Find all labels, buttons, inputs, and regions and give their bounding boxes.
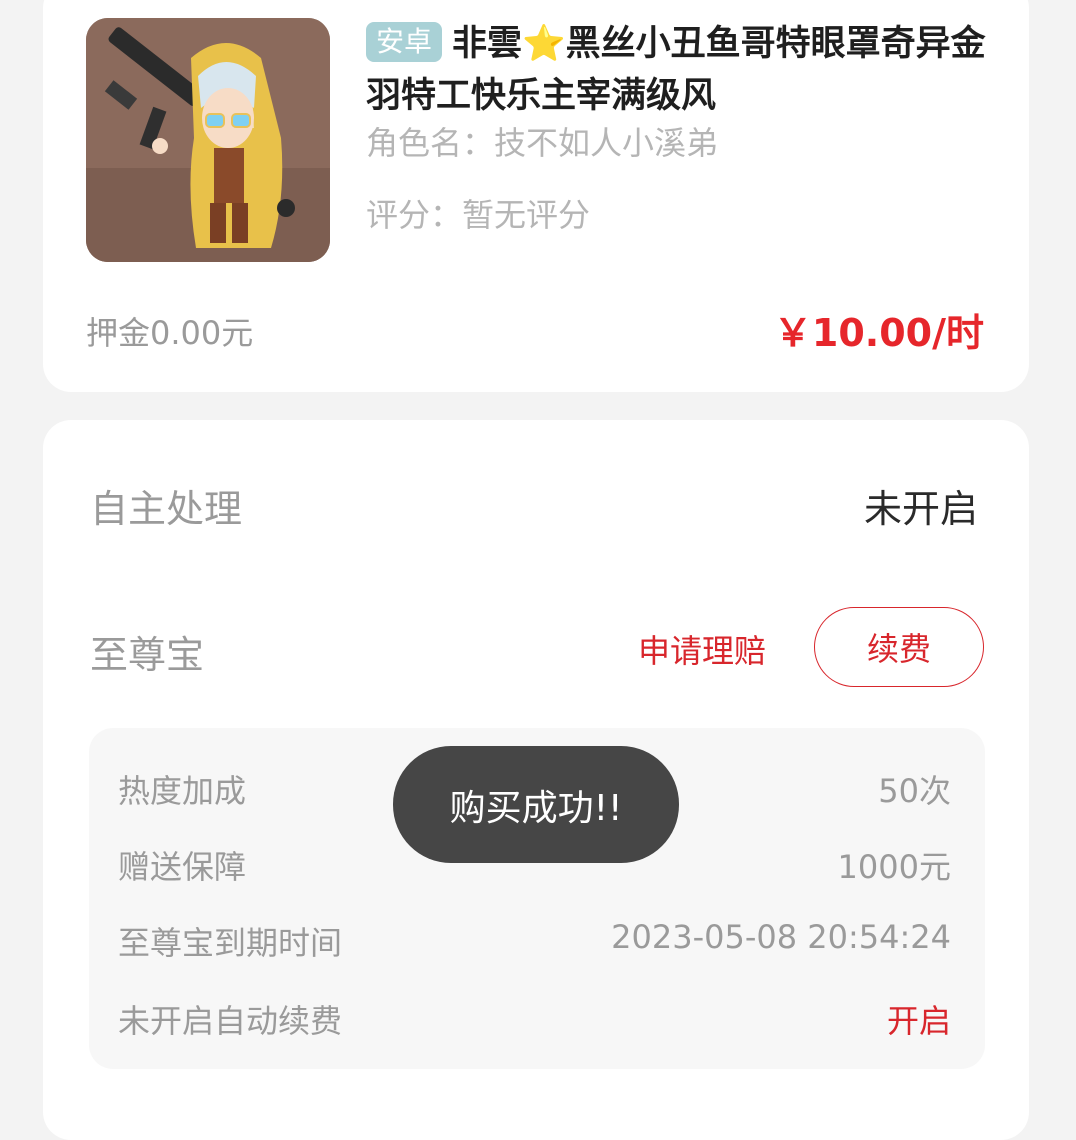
hourly-price: ￥10.00/时 — [773, 311, 984, 355]
platform-tag: 安卓 — [366, 22, 443, 62]
self-handle-label: 自主处理 — [90, 487, 243, 531]
detail-value: 1000元 — [837, 848, 951, 886]
enable-auto-renew-link[interactable]: 开启 — [887, 996, 951, 1042]
renew-button[interactable]: 续费 — [814, 607, 984, 687]
apply-claim-link[interactable]: 申请理赔 — [638, 626, 766, 672]
rating: 评分：暂无评分 — [366, 196, 591, 234]
detail-label: 赠送保障 — [118, 848, 247, 886]
detail-label: 至尊宝到期时间 — [118, 924, 343, 962]
vip-label: 至尊宝 — [90, 633, 205, 677]
auto-renew-label: 未开启自动续费 — [118, 1002, 343, 1040]
game-character-thumbnail[interactable] — [86, 18, 330, 262]
listing-title: 安卓 非雲⭐黑丝小丑鱼哥特眼罩奇异金羽特工快乐主宰满级风 — [366, 18, 986, 122]
deposit: 押金0.00元 — [86, 314, 254, 352]
listing-title-text: 非雲⭐黑丝小丑鱼哥特眼罩奇异金羽特工快乐主宰满级风 — [366, 24, 986, 116]
role-name: 角色名：技不如人小溪弟 — [366, 124, 719, 162]
success-toast: 购买成功!! — [393, 746, 679, 863]
character-illustration — [86, 18, 330, 262]
renew-button-label: 续费 — [866, 630, 931, 668]
detail-label: 热度加成 — [118, 772, 247, 810]
self-handle-status[interactable]: 未开启 — [864, 478, 978, 533]
detail-value: 50次 — [878, 772, 951, 810]
toast-message: 购买成功!! — [449, 787, 623, 829]
expiry-time: 2023-05-08 20:54:24 — [611, 918, 951, 956]
